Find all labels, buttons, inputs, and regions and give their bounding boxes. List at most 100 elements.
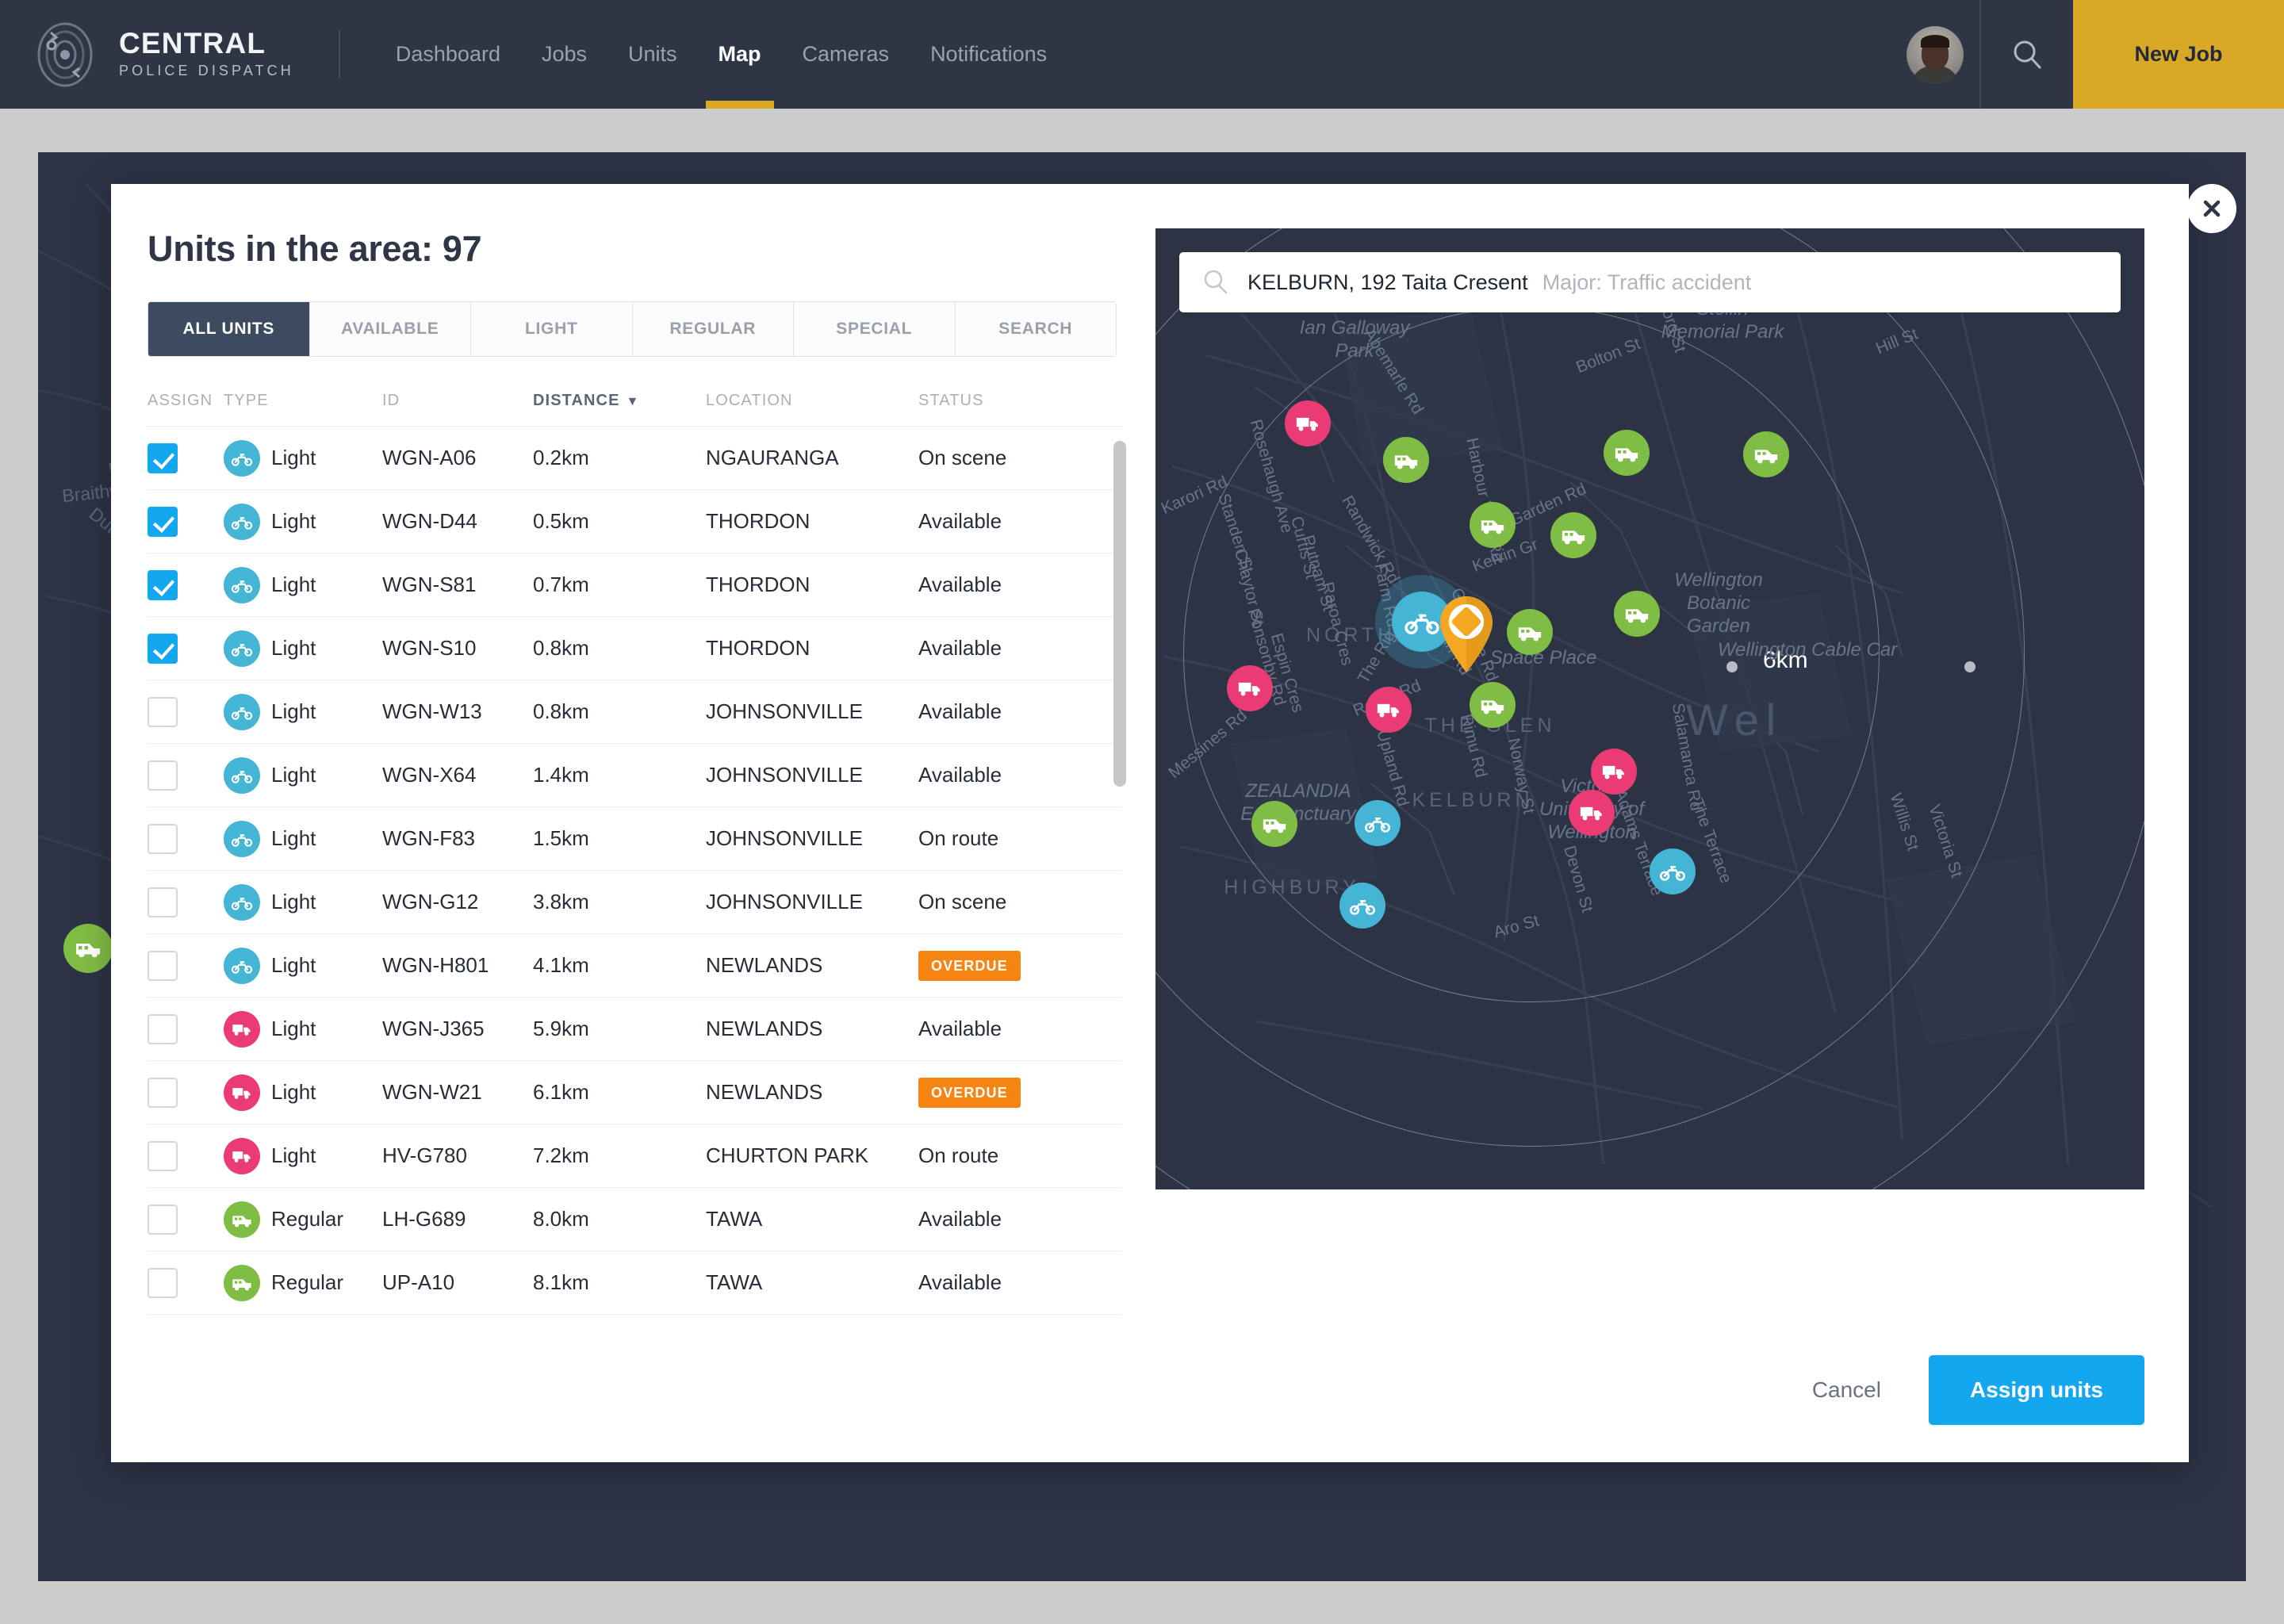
map-marker-truck[interactable]	[1569, 790, 1615, 836]
map-marker-van[interactable]	[1507, 609, 1553, 655]
map-marker-van[interactable]	[1604, 430, 1650, 476]
map-marker-van[interactable]	[1550, 512, 1596, 558]
assign-units-button[interactable]: Assign units	[1928, 1355, 2144, 1425]
unit-type-icon	[224, 756, 260, 794]
incident-search-bar[interactable]: KELBURN, 192 Taita Cresent Major: Traffi…	[1179, 252, 2121, 312]
assign-checkbox[interactable]	[148, 887, 178, 917]
table-row[interactable]: Light WGN-F83 1.5km JOHNSONVILLE On route	[148, 806, 1121, 871]
nav-item-units[interactable]: Units	[607, 0, 698, 109]
cancel-button[interactable]: Cancel	[1798, 1369, 1895, 1411]
col-distance[interactable]: DISTANCE ▼	[533, 392, 706, 427]
cell-assign[interactable]	[148, 489, 224, 553]
map-marker-van[interactable]	[63, 924, 113, 973]
cell-distance: 1.4km	[533, 743, 706, 807]
table-row[interactable]: Light WGN-W13 0.8km JOHNSONVILLE Available	[148, 680, 1121, 744]
assign-checkbox[interactable]	[148, 696, 178, 727]
col-assign[interactable]: ASSIGN	[148, 392, 224, 427]
map-marker-motorcycle[interactable]	[1650, 848, 1696, 894]
brand-logo-group[interactable]: CENTRAL POLICE DISPATCH	[0, 0, 294, 109]
units-table-scrollbar[interactable]	[1113, 441, 1126, 1296]
table-row[interactable]: Regular UP-A10 8.1km TAWA Available	[148, 1251, 1121, 1315]
new-job-button[interactable]: New Job	[2073, 0, 2284, 109]
close-modal-button[interactable]	[2187, 184, 2236, 233]
assign-checkbox[interactable]	[148, 442, 178, 473]
table-row[interactable]: Light WGN-J365 5.9km NEWLANDS Available	[148, 997, 1121, 1061]
cell-assign[interactable]	[148, 680, 224, 744]
col-type[interactable]: TYPE	[224, 392, 382, 427]
cell-assign[interactable]	[148, 1251, 224, 1315]
assign-checkbox[interactable]	[148, 1267, 178, 1298]
table-row[interactable]: Regular LH-G689 8.0km TAWA Available	[148, 1187, 1121, 1251]
tab-special[interactable]: SPECIAL	[794, 302, 956, 356]
avatar[interactable]	[1907, 25, 1964, 83]
table-row[interactable]: Light WGN-X64 1.4km JOHNSONVILLE Available	[148, 743, 1121, 807]
nav-item-dashboard[interactable]: Dashboard	[375, 0, 521, 109]
header-search-button[interactable]	[1979, 0, 2073, 109]
search-input[interactable]: KELBURN, 192 Taita Cresent	[1247, 270, 1528, 295]
table-row[interactable]: Light WGN-S81 0.7km THORDON Available	[148, 553, 1121, 617]
table-row[interactable]: Light WGN-S10 0.8km THORDON Available	[148, 616, 1121, 680]
cell-assign[interactable]	[148, 743, 224, 807]
nav-item-cameras[interactable]: Cameras	[782, 0, 910, 109]
unit-type-icon	[224, 566, 260, 603]
cell-assign[interactable]	[148, 870, 224, 934]
col-location[interactable]: LOCATION	[706, 392, 918, 427]
avatar-cell[interactable]	[1891, 0, 1979, 109]
table-row[interactable]: Light WGN-A06 0.2km NGAURANGA On scene	[148, 426, 1121, 490]
cell-assign[interactable]	[148, 997, 224, 1061]
tab-all-units[interactable]: ALL UNITS	[148, 302, 310, 356]
assign-checkbox[interactable]	[148, 1013, 178, 1044]
tab-search[interactable]: SEARCH	[955, 302, 1116, 356]
table-row[interactable]: Light WGN-D44 0.5km THORDON Available	[148, 489, 1121, 553]
assign-checkbox[interactable]	[148, 1077, 178, 1108]
map-marker-van[interactable]	[1383, 437, 1429, 483]
map-marker-van[interactable]	[1470, 502, 1516, 548]
table-row[interactable]: Light WGN-H801 4.1km NEWLANDS OVERDUE	[148, 933, 1121, 998]
nav-item-map[interactable]: Map	[698, 0, 782, 109]
tab-light[interactable]: LIGHT	[471, 302, 633, 356]
cell-assign[interactable]	[148, 553, 224, 617]
map-marker-motorcycle[interactable]	[1355, 800, 1401, 846]
cell-id: LH-G689	[382, 1187, 533, 1251]
assign-checkbox[interactable]	[148, 569, 178, 600]
tab-regular[interactable]: REGULAR	[632, 302, 794, 356]
units-table-body: Light WGN-A06 0.2km NGAURANGA On scene Light W…	[148, 426, 1121, 1315]
assign-checkbox[interactable]	[148, 760, 178, 791]
cell-distance: 8.0km	[533, 1187, 706, 1251]
cell-assign[interactable]	[148, 1124, 224, 1188]
assign-checkbox[interactable]	[148, 1204, 178, 1235]
van-icon	[1394, 455, 1418, 469]
nav-item-notifications[interactable]: Notifications	[910, 0, 1067, 109]
assign-checkbox[interactable]	[148, 506, 178, 537]
col-id[interactable]: ID	[382, 392, 533, 427]
cell-assign[interactable]	[148, 806, 224, 871]
assign-checkbox[interactable]	[148, 633, 178, 664]
map-marker-truck[interactable]	[1285, 400, 1331, 446]
table-row[interactable]: Light WGN-G12 3.8km JOHNSONVILLE On scene	[148, 870, 1121, 934]
incident-map[interactable]: 6km Ian Galloway Park Stellin Memorial P…	[1155, 228, 2144, 1189]
table-row[interactable]: Light HV-G780 7.2km CHURTON PARK On route	[148, 1124, 1121, 1188]
cell-assign[interactable]	[148, 933, 224, 998]
scrollbar-thumb[interactable]	[1113, 441, 1126, 787]
map-marker-truck[interactable]	[1591, 749, 1637, 795]
map-marker-van[interactable]	[1743, 431, 1789, 477]
col-status[interactable]: STATUS	[918, 392, 1121, 427]
assign-checkbox[interactable]	[148, 1140, 178, 1171]
cell-assign[interactable]	[148, 426, 224, 490]
tab-available[interactable]: AVAILABLE	[309, 302, 471, 356]
map-marker-van[interactable]	[1470, 682, 1516, 728]
cell-assign[interactable]	[148, 1187, 224, 1251]
motorcycle-icon	[231, 833, 253, 847]
table-row[interactable]: Light WGN-W21 6.1km NEWLANDS OVERDUE	[148, 1060, 1121, 1124]
map-marker-motorcycle[interactable]	[1339, 883, 1385, 929]
map-marker-van[interactable]	[1251, 801, 1297, 847]
cell-assign[interactable]	[148, 616, 224, 680]
assign-checkbox[interactable]	[148, 950, 178, 981]
map-marker-truck[interactable]	[1227, 665, 1273, 711]
map-marker-van[interactable]	[1614, 591, 1660, 637]
nav-item-jobs[interactable]: Jobs	[521, 0, 607, 109]
assign-checkbox[interactable]	[148, 823, 178, 854]
cell-assign[interactable]	[148, 1060, 224, 1124]
map-marker-truck[interactable]	[1366, 687, 1412, 733]
incident-pin-icon[interactable]	[1437, 596, 1496, 673]
